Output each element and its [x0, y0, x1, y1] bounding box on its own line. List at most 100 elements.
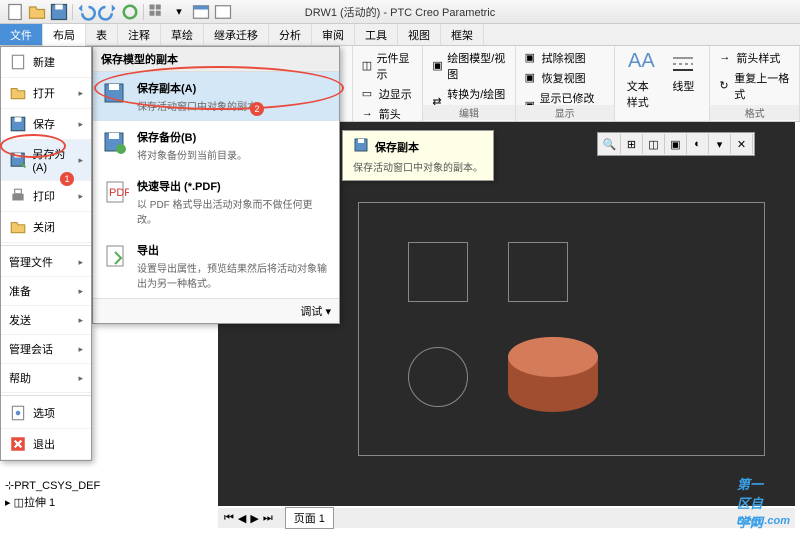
- tab-table[interactable]: 表: [86, 24, 118, 45]
- view-btn[interactable]: ◫: [643, 134, 665, 154]
- tooltip-desc: 保存活动窗口中对象的副本。: [353, 159, 483, 174]
- submenu-title: 导出: [137, 242, 331, 258]
- ribbon-btn[interactable]: ▣恢复视图: [522, 69, 608, 87]
- ribbon-btn-linetype[interactable]: 线型: [663, 48, 703, 119]
- file-menu-open[interactable]: 打开▸: [1, 78, 91, 109]
- file-menu-save[interactable]: 保存▸: [1, 109, 91, 140]
- qat-save-icon[interactable]: [49, 2, 69, 22]
- tab-layout[interactable]: 布局: [43, 24, 86, 46]
- status-bar: ⏮ ◀ ▶ ⏭ 页面 1: [218, 508, 795, 528]
- menu-label: 新建: [33, 54, 55, 70]
- view-btn[interactable]: ✕: [731, 134, 753, 154]
- chevron-right-icon: ▸: [78, 119, 83, 130]
- ribbon-group-label: 编辑: [423, 105, 514, 120]
- file-menu-exit[interactable]: 退出: [1, 429, 91, 460]
- ribbon-label: 恢复视图: [542, 70, 586, 86]
- tooltip-title: 保存副本: [375, 139, 419, 155]
- view-btn[interactable]: ◐: [687, 134, 709, 154]
- tab-frame[interactable]: 框架: [441, 24, 484, 45]
- qat-new-icon[interactable]: [5, 2, 25, 22]
- qat-separator: [143, 4, 144, 20]
- qat-more-icon[interactable]: ▾: [169, 2, 189, 22]
- ribbon-label: 线型: [672, 78, 694, 94]
- tab-analysis[interactable]: 分析: [269, 24, 312, 45]
- ribbon-group-format: →箭头样式 ↻重复上一格式 🔗超链接 格式: [710, 46, 800, 121]
- chevron-right-icon: ▸: [78, 344, 83, 355]
- submenu-save-copy[interactable]: 保存副本(A)保存活动窗口中对象的副本。: [93, 72, 339, 121]
- qat-open-icon[interactable]: [27, 2, 47, 22]
- ribbon-btn[interactable]: →箭头: [359, 105, 417, 122]
- qat-window-icon[interactable]: [191, 2, 211, 22]
- submenu-desc: 以 PDF 格式导出活动对象而不做任何更改。: [137, 196, 331, 226]
- menu-label: 另存为(A): [32, 146, 78, 174]
- file-menu-help[interactable]: 帮助▸: [1, 364, 91, 393]
- tree-item[interactable]: ⊹ PRT_CSYS_DEF: [5, 478, 100, 493]
- ribbon-label: 边显示: [379, 86, 412, 102]
- view-btn[interactable]: ▣: [665, 134, 687, 154]
- view-btn[interactable]: 🔍: [599, 134, 621, 154]
- file-menu-session[interactable]: 管理会话▸: [1, 335, 91, 364]
- file-menu-new[interactable]: 新建: [1, 47, 91, 78]
- file-menu-manage[interactable]: 管理文件▸: [1, 248, 91, 277]
- ribbon-btn-textstyle[interactable]: AA文本样式: [621, 48, 664, 119]
- tab-inherit[interactable]: 继承迁移: [204, 24, 269, 45]
- tab-tools[interactable]: 工具: [355, 24, 398, 45]
- menu-label: 退出: [33, 436, 55, 452]
- ribbon-btn[interactable]: ▣绘图模型/视图: [429, 49, 508, 83]
- menu-separator: [1, 245, 91, 246]
- view-btn[interactable]: ▾: [709, 134, 731, 154]
- tab-sketch[interactable]: 草绘: [161, 24, 204, 45]
- tab-file[interactable]: 文件: [0, 24, 43, 45]
- ribbon-btn[interactable]: →箭头样式: [716, 49, 793, 67]
- file-menu-saveas[interactable]: 另存为(A)▸: [1, 140, 91, 181]
- ribbon-label: 拭除视图: [542, 50, 586, 66]
- submenu-desc: 保存活动窗口中对象的副本。: [137, 98, 267, 113]
- view-toolbar: 🔍 ⊞ ◫ ▣ ◐ ▾ ✕: [597, 132, 755, 156]
- menu-label: 打印: [33, 188, 55, 204]
- qat-close-icon[interactable]: [213, 2, 233, 22]
- submenu-title: 保存备份(B): [137, 129, 247, 145]
- file-menu-print[interactable]: 打印 ▸: [1, 181, 91, 212]
- view-btn[interactable]: ⊞: [621, 134, 643, 154]
- chevron-right-icon: ▸: [78, 191, 83, 202]
- submenu-desc: 将对象备份到当前目录。: [137, 147, 247, 162]
- file-menu: 新建 打开▸ 保存▸ 另存为(A)▸ 打印▸ 关闭 管理文件▸ 准备▸ 发送▸ …: [0, 46, 92, 461]
- tab-view[interactable]: 视图: [398, 24, 441, 45]
- submenu-quick-export[interactable]: PDF 快速导出 (*.PDF)以 PDF 格式导出活动对象而不做任何更改。: [93, 170, 339, 234]
- file-menu-prepare[interactable]: 准备▸: [1, 277, 91, 306]
- submenu-export[interactable]: 导出设置导出属性，预览结果然后将活动对象输出为另一种格式。: [93, 234, 339, 298]
- nav-first-icon[interactable]: ⏮: [224, 512, 234, 525]
- nav-prev-icon[interactable]: ◀: [238, 512, 246, 525]
- ribbon-group-label: 显示: [516, 105, 614, 120]
- tree-label: PRT_CSYS_DEF: [14, 480, 100, 492]
- tooltip: 保存副本 保存活动窗口中对象的副本。: [342, 130, 494, 181]
- ribbon-label: 箭头: [379, 106, 401, 122]
- submenu-save-backup[interactable]: 保存备份(B) 将对象备份到当前目录。: [93, 121, 339, 170]
- qat-undo-icon[interactable]: [76, 2, 96, 22]
- tab-annotate[interactable]: 注释: [118, 24, 161, 45]
- ribbon-group-show: ▣拭除视图 ▣恢复视图 ▣显示已修改的边 显示: [516, 46, 615, 121]
- ribbon-btn[interactable]: ▭边显示: [359, 85, 417, 103]
- saveas-submenu: 保存模型的副本 保存副本(A)保存活动窗口中对象的副本。 保存备份(B)将对象备…: [92, 46, 340, 324]
- qat-grid-icon[interactable]: [147, 2, 167, 22]
- chevron-right-icon: ▸: [78, 88, 83, 99]
- page-tab[interactable]: 页面 1: [285, 507, 334, 529]
- menu-label: 发送: [9, 312, 31, 328]
- qat-regen-icon[interactable]: [120, 2, 140, 22]
- file-menu-options[interactable]: 选项: [1, 398, 91, 429]
- ribbon-group-style: AA文本样式 线型: [615, 46, 711, 121]
- file-menu-send[interactable]: 发送▸: [1, 306, 91, 335]
- nav-next-icon[interactable]: ▶: [250, 512, 258, 525]
- watermark-sub: 第一区自学网: [737, 474, 775, 531]
- ribbon-btn[interactable]: ◫元件显示: [359, 49, 417, 83]
- ribbon-btn[interactable]: ▣拭除视图: [522, 49, 608, 67]
- file-menu-close[interactable]: 关闭: [1, 212, 91, 243]
- annotation-badge: 1: [60, 172, 74, 186]
- tree-item[interactable]: ▸ ◫ 拉伸 1: [5, 493, 100, 511]
- ribbon-btn[interactable]: ↻重复上一格式: [716, 69, 793, 103]
- chevron-right-icon: ▸: [78, 373, 83, 384]
- nav-last-icon[interactable]: ⏭: [263, 512, 273, 525]
- qat-redo-icon[interactable]: [98, 2, 118, 22]
- submenu-footer[interactable]: 调试 ▾: [93, 298, 339, 323]
- tab-review[interactable]: 审阅: [312, 24, 355, 45]
